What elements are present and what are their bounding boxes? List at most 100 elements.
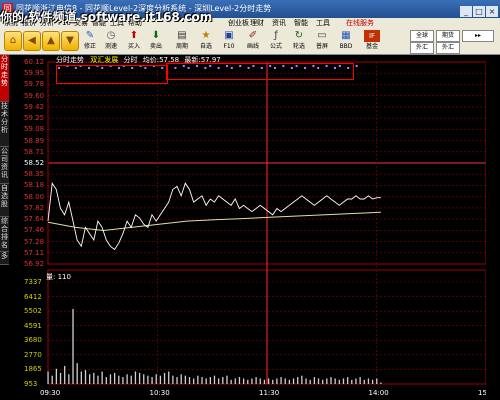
volume-tick-label: 7337: [24, 278, 42, 286]
screen-icon: ▭: [317, 30, 327, 41]
price-tick-label: 59.95: [24, 69, 45, 78]
volume-bar: [346, 377, 349, 384]
menu-item-online-service[interactable]: 在线服务: [346, 18, 374, 28]
volume-bar: [59, 372, 62, 384]
forex-button[interactable]: 外汇: [410, 42, 434, 54]
close-icon[interactable]: ×: [486, 6, 498, 17]
fund-button[interactable]: IF 基金: [360, 30, 384, 53]
volume-bar: [376, 378, 378, 384]
rotate-select-button[interactable]: ↻ 轮选: [289, 30, 309, 53]
volume-bar: [51, 375, 53, 384]
expand-button[interactable]: ▸▸: [462, 30, 494, 42]
volume-bar: [205, 378, 207, 384]
price-tick-label: 57.28: [24, 237, 45, 246]
watermark: 你的·软件频道 software.it168.com: [0, 10, 213, 24]
down-button[interactable]: ▼: [61, 31, 79, 51]
pen-icon: ✐: [248, 30, 258, 41]
volume-bar: [105, 377, 107, 384]
speed-test-button[interactable]: ◷ 测速: [101, 30, 121, 53]
screen-button[interactable]: ▭ 普屏: [312, 30, 332, 53]
clock-icon: ◷: [106, 30, 116, 41]
volume-value: 110: [57, 273, 71, 281]
volume-bar: [209, 377, 211, 384]
minimize-icon[interactable]: _: [460, 6, 472, 17]
volume-bar: [230, 379, 232, 384]
edit-icon: ✎: [85, 30, 95, 41]
price-tick-label: 56.92: [24, 260, 45, 268]
f10-button[interactable]: ▣ F10: [219, 30, 239, 53]
bbd-icon: ▦: [341, 30, 351, 41]
up-button[interactable]: ▲: [42, 31, 60, 51]
menu-item-news[interactable]: 资讯: [272, 18, 286, 28]
volume-bar: [263, 379, 266, 384]
volume-tick-label: 4591: [24, 321, 42, 330]
tab-company-news[interactable]: 公司资讯: [0, 147, 9, 184]
volume-bar: [130, 375, 132, 384]
price-tick-label: 58.52: [24, 159, 45, 167]
home-button[interactable]: ⌂: [4, 31, 22, 51]
volume-bar: [238, 377, 241, 384]
draw-line-button[interactable]: ✐ 画线: [243, 30, 263, 53]
menu-item-finance[interactable]: 理财: [250, 18, 264, 28]
tab-ranking[interactable]: 综合排名: [0, 217, 9, 252]
volume-bar: [371, 379, 374, 384]
volume-bar: [101, 371, 103, 384]
volume-tick-label: 953: [24, 380, 38, 388]
tab-technical[interactable]: 技术分析: [0, 102, 9, 147]
forex-button-2[interactable]: 外汇: [436, 42, 460, 54]
volume-bar: [218, 378, 220, 384]
time-tick-label: 09:30: [40, 389, 61, 397]
menu-item-smart-2[interactable]: 智能: [294, 18, 308, 28]
edit-button[interactable]: ✎ 修正: [80, 30, 100, 53]
volume-bar: [363, 379, 365, 384]
futures-button[interactable]: 期货: [436, 30, 460, 42]
volume-bar: [255, 377, 257, 384]
volume-bar: [297, 377, 299, 384]
rotate-icon: ↻: [294, 30, 304, 41]
side-tabs: 分时走势 技术分析 公司资讯 自选股 综合排名 多: [0, 55, 9, 400]
stock-name[interactable]: 双汇发展: [90, 56, 118, 64]
tab-watchlist[interactable]: 自选股: [0, 184, 9, 217]
bbd-button[interactable]: ▦ BBD: [336, 30, 356, 53]
volume-tick-label: 3680: [24, 336, 42, 345]
signal-marker: [355, 65, 358, 67]
intraday-chart: [47, 61, 486, 385]
volume-bar: [184, 375, 187, 384]
time-tick-label: 10:30: [149, 389, 170, 397]
back-button[interactable]: ◀: [23, 31, 41, 51]
time-tick-label: 11:30: [259, 389, 280, 397]
volume-bar: [151, 377, 153, 384]
price-tick-label: 59.08: [24, 125, 45, 134]
volume-bar: [309, 379, 311, 384]
volume-bar: [380, 382, 382, 384]
volume-bar: [351, 379, 353, 384]
volume-bar: [222, 377, 224, 384]
sell-button[interactable]: ⬇ 卖出: [146, 30, 166, 53]
menu-item-gem[interactable]: 创业板: [228, 18, 249, 28]
sell-icon: ⬇: [151, 30, 161, 41]
volume-bar: [168, 371, 170, 384]
volume-bar: [93, 372, 95, 384]
volume-tick-label: 5502: [24, 307, 42, 316]
formula-icon: ƒ: [274, 30, 278, 41]
buy-button[interactable]: ⬆ 买入: [124, 30, 144, 53]
volume-bar: [55, 368, 58, 384]
volume-bar: [288, 379, 291, 384]
volume-bar: [292, 378, 295, 384]
volume-bar: [305, 378, 307, 384]
volume-bar: [176, 377, 178, 384]
tab-more[interactable]: 多: [0, 252, 9, 265]
time-tick-label: 14:00: [368, 389, 389, 397]
menu-item-tools-2[interactable]: 工具: [316, 18, 330, 28]
period-button[interactable]: ▤ 周期: [172, 30, 192, 53]
volume-bar: [301, 375, 303, 384]
favorites-button[interactable]: ★ 自选: [196, 30, 216, 53]
maximize-icon[interactable]: □: [473, 6, 485, 17]
formula-button[interactable]: ƒ 公式: [266, 30, 286, 53]
highlight-box-left: [56, 65, 168, 84]
price-tick-label: 60.12: [24, 58, 45, 66]
price-tick-label: 57.82: [24, 203, 45, 212]
volume-bar: [134, 371, 137, 384]
tab-intraday[interactable]: 分时走势: [0, 55, 9, 102]
global-button[interactable]: 全球: [410, 30, 434, 42]
